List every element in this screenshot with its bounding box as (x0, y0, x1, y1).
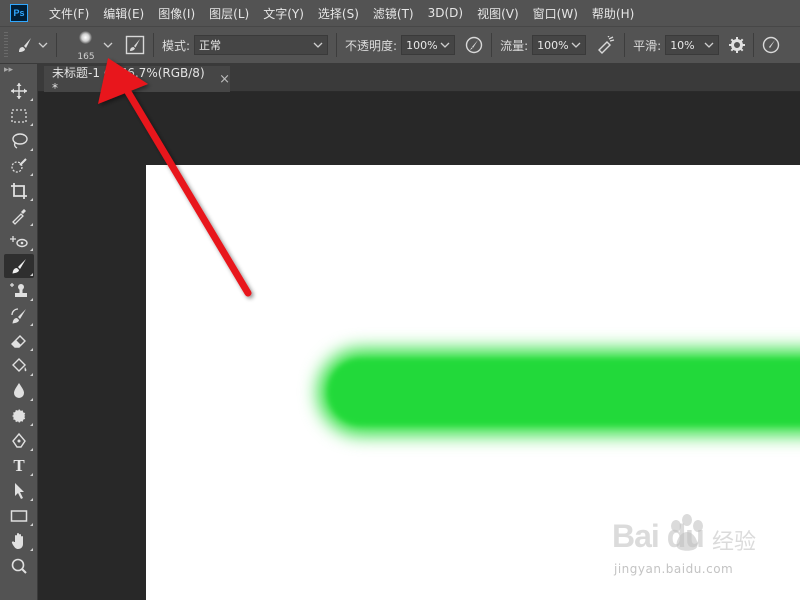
document-tab-strip: 未标题-1 @ 66.7%(RGB/8) * × (38, 64, 800, 95)
smoothing-label: 平滑: (633, 38, 662, 53)
dodge-tool[interactable] (4, 404, 34, 428)
marquee-tool[interactable] (4, 104, 34, 128)
chevron-down-icon[interactable] (704, 41, 714, 49)
eyedropper-tool-icon (12, 209, 26, 225)
type-tool-icon: T (13, 456, 25, 475)
document-tab[interactable]: 未标题-1 @ 66.7%(RGB/8) * × (44, 65, 230, 95)
smoothing-field[interactable]: 10% (665, 35, 720, 55)
chevron-down-icon (313, 42, 323, 48)
watermark-url: jingyan.baidu.com (614, 562, 734, 576)
menu-image[interactable]: 图像(I) (151, 5, 202, 22)
watermark-brand-cn: 经验 (712, 530, 757, 555)
chevron-down-icon[interactable] (38, 41, 48, 49)
menu-3d[interactable]: 3D(D) (421, 6, 470, 20)
brush-tip-icon (79, 31, 92, 44)
flow-label: 流量: (500, 38, 529, 53)
watermark: Bai du 经验 jingyan.baidu.com (612, 514, 792, 588)
blur-tool[interactable] (4, 379, 34, 403)
eraser-tool-icon (11, 335, 26, 348)
zoom-tool[interactable] (4, 554, 34, 578)
opacity-field[interactable]: 100% (401, 35, 456, 55)
clone-stamp-tool-icon (10, 283, 27, 297)
brush-size-value: 165 (77, 52, 95, 62)
healing-brush-tool[interactable] (4, 229, 34, 253)
opacity-value: 100% (406, 38, 438, 52)
crop-tool[interactable] (4, 179, 34, 203)
hand-tool-icon (11, 533, 23, 549)
blend-mode-value: 正常 (199, 39, 222, 52)
green-brush-stroke-core (328, 359, 800, 425)
options-bar: 165 模式: 正常 不透明度: 100% 流量: 100% 平滑: 10% (0, 26, 800, 64)
menu-edit[interactable]: 编辑(E) (96, 5, 151, 22)
crop-tool-icon (11, 183, 27, 199)
brush-tool-icon (12, 259, 26, 274)
blur-tool-icon (14, 383, 24, 398)
brush-settings-panel-icon[interactable] (125, 35, 145, 55)
airbrush-icon[interactable] (596, 36, 616, 54)
brush-preset-picker[interactable]: 165 (71, 28, 101, 62)
marquee-tool-icon (11, 109, 27, 123)
quick-selection-tool-icon (11, 158, 27, 173)
mode-label: 模式: (162, 38, 191, 53)
pen-tool[interactable] (4, 429, 34, 453)
flow-value: 100% (537, 38, 569, 52)
pressure-opacity-icon[interactable] (465, 36, 483, 54)
chevron-down-icon[interactable] (440, 41, 450, 49)
dodge-tool-icon (11, 408, 27, 424)
menu-help[interactable]: 帮助(H) (585, 5, 641, 22)
clone-stamp-tool[interactable] (4, 279, 34, 303)
menu-window[interactable]: 窗口(W) (526, 5, 585, 22)
separator (624, 33, 626, 57)
photoshop-logo-icon: Ps (10, 4, 28, 22)
chevron-down-icon[interactable] (571, 41, 581, 49)
lasso-tool-icon (12, 133, 28, 149)
rectangle-tool[interactable] (4, 504, 34, 528)
healing-brush-tool-icon (10, 236, 28, 248)
path-selection-tool[interactable] (4, 479, 34, 503)
menu-select[interactable]: 选择(S) (311, 5, 366, 22)
pen-tool-icon (12, 432, 26, 448)
lasso-tool[interactable] (4, 129, 34, 153)
brush-tool-preset-icon[interactable] (16, 36, 34, 54)
separator (153, 33, 154, 57)
menu-view[interactable]: 视图(V) (470, 5, 526, 22)
history-brush-tool[interactable] (4, 304, 34, 328)
menu-filter[interactable]: 滤镜(T) (366, 5, 421, 22)
chevron-down-icon[interactable] (103, 41, 113, 49)
opacity-label: 不透明度: (345, 38, 398, 53)
menu-file[interactable]: 文件(F) (42, 5, 96, 22)
path-selection-tool-icon (15, 483, 24, 499)
brush-tool[interactable] (4, 254, 34, 278)
smoothing-value: 10% (670, 38, 695, 52)
move-tool[interactable] (4, 79, 34, 103)
document-tab-title: 未标题-1 @ 66.7%(RGB/8) * (52, 65, 205, 95)
separator (753, 33, 755, 57)
quick-selection-tool[interactable] (4, 154, 34, 178)
rectangle-tool-icon (10, 510, 28, 522)
menu-layer[interactable]: 图层(L) (202, 5, 256, 22)
separator (491, 33, 493, 57)
history-brush-tool-icon (11, 308, 26, 324)
gear-icon[interactable] (729, 37, 746, 53)
separator (336, 33, 338, 57)
pressure-size-icon[interactable] (762, 36, 780, 54)
paint-bucket-tool[interactable] (4, 354, 34, 378)
type-tool[interactable]: T (4, 454, 34, 478)
baidu-paw-icon (671, 514, 703, 551)
close-icon[interactable]: × (219, 72, 230, 87)
blend-mode-select[interactable]: 正常 (194, 35, 329, 55)
eraser-tool[interactable] (4, 329, 34, 353)
options-bar-grip[interactable] (4, 32, 8, 58)
eyedropper-tool[interactable] (4, 204, 34, 228)
tools-panel: ▸▸ T (0, 64, 38, 600)
menu-bar: Ps 文件(F) 编辑(E) 图像(I) 图层(L) 文字(Y) 选择(S) 滤… (0, 0, 800, 26)
menu-type[interactable]: 文字(Y) (256, 5, 311, 22)
separator (56, 33, 57, 57)
flow-field[interactable]: 100% (532, 35, 587, 55)
tools-panel-collapse-icon[interactable]: ▸▸ (0, 64, 37, 78)
move-tool-icon (11, 83, 27, 99)
hand-tool[interactable] (4, 529, 34, 553)
zoom-tool-icon (11, 558, 27, 574)
paint-bucket-tool-icon (12, 358, 27, 372)
